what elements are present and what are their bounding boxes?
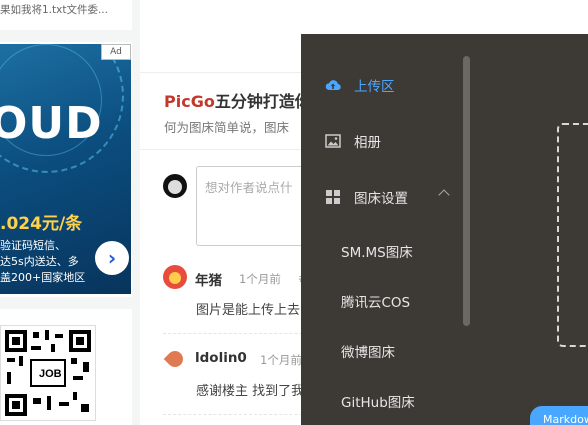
ad-line: 达5s内送达、多 — [0, 255, 79, 268]
menu-item-label: 上传区 — [354, 79, 395, 95]
cloud-upload-icon — [325, 80, 341, 91]
article-title-brand: PicGo — [164, 92, 215, 111]
ad-line: 验证码短信、 — [0, 239, 66, 252]
comment-author[interactable]: ldolin0 — [195, 350, 247, 366]
related-article-snippet[interactable]: 果如我将1.txt文件委... — [0, 2, 108, 17]
menu-item-label: 图床设置 — [354, 191, 408, 207]
chevron-right-icon: › — [107, 246, 117, 270]
submenu-item-smms[interactable]: SM.MS图床 — [341, 241, 413, 261]
article-title-text: 五分钟打造你 — [214, 92, 311, 111]
menu-item-gallery[interactable]: 相册 — [301, 121, 461, 161]
comment-author[interactable]: 年猪 — [195, 269, 222, 289]
menu-item-label: 相册 — [354, 135, 381, 151]
avatar[interactable] — [163, 347, 187, 371]
ad-banner[interactable]: OUD .024元/条 验证码短信、 达5s内送达、多 盖200+国家地区 › — [0, 44, 131, 294]
article-summary: 何为图床简单说，图床 — [164, 120, 290, 135]
related-article-card[interactable]: 果如我将1.txt文件委... — [0, 0, 132, 30]
ad-tag[interactable]: Ad — [101, 44, 131, 60]
comment-time: 1个月前 — [239, 272, 281, 286]
scrollbar-thumb[interactable] — [463, 56, 470, 326]
comment-text: 图片是能上传上去 — [196, 303, 301, 318]
submenu-item-tencent-cos[interactable]: 腾讯云COS — [341, 291, 410, 311]
left-sidebar: 果如我将1.txt文件委... OUD .024元/条 验证码短信、 达5s内送… — [0, 0, 132, 425]
comment-input-placeholder: 想对作者说点什 — [205, 180, 293, 195]
ad-headline: OUD — [0, 98, 103, 149]
submenu-item-github[interactable]: GitHub图床 — [341, 391, 415, 411]
ad-price: .024元/条 — [0, 214, 83, 234]
image-icon — [325, 134, 341, 148]
grid-icon — [326, 190, 340, 204]
menu-item-picbed-settings[interactable]: 图床设置 — [301, 177, 461, 217]
markdown-toggle-button[interactable]: Markdown — [530, 406, 588, 425]
ad-line: 盖200+国家地区 — [0, 271, 86, 284]
markdown-toggle-label: Markdown — [543, 413, 588, 425]
avatar — [163, 174, 187, 198]
upload-drop-zone[interactable] — [557, 123, 588, 347]
ad-arrow-button[interactable]: › — [95, 241, 129, 275]
comment-time: 1个月前 — [260, 353, 302, 367]
submenu-item-weibo[interactable]: 微博图床 — [341, 341, 395, 361]
comment-text: 感谢楼主 找到了我 — [196, 384, 305, 399]
article-title[interactable]: PicGo五分钟打造你 — [164, 88, 311, 112]
menu-item-upload[interactable]: 上传区 — [301, 65, 461, 105]
qr-logo-text: JOB — [39, 368, 62, 380]
avatar[interactable] — [163, 265, 187, 289]
picgo-drawer: 上传区 相册 图床设置 SM.MS图床 腾讯云COS 微博图床 GitHub图床… — [301, 34, 588, 425]
qr-code-image: JOB — [0, 325, 96, 421]
